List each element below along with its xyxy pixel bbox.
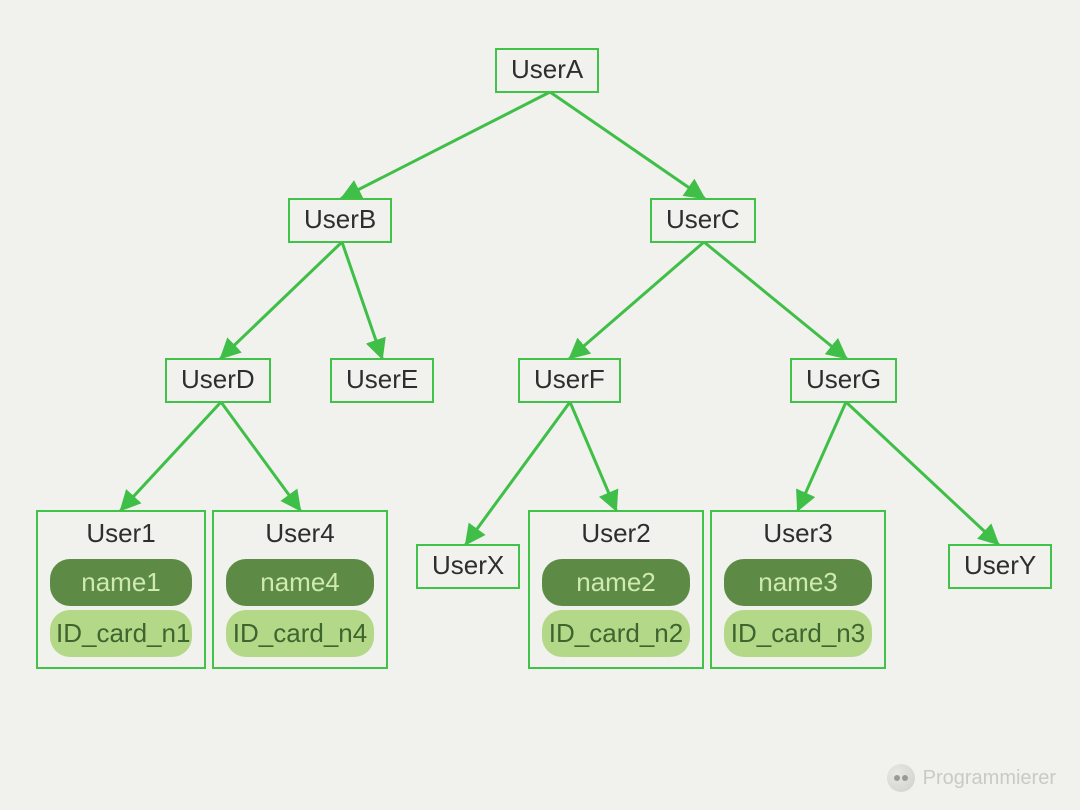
card-title: User4 bbox=[222, 518, 378, 549]
card-idcard-pill: ID_card_n3 bbox=[724, 610, 872, 657]
watermark: Programmierer bbox=[887, 764, 1056, 792]
node-label: UserF bbox=[534, 364, 605, 394]
node-user-f: UserF bbox=[518, 358, 621, 403]
card-title: User1 bbox=[46, 518, 196, 549]
node-label: UserB bbox=[304, 204, 376, 234]
wechat-icon bbox=[887, 764, 915, 792]
edge-arrow bbox=[570, 242, 704, 358]
edge-arrow bbox=[121, 402, 221, 510]
card-idcard-pill: ID_card_n4 bbox=[226, 610, 374, 657]
node-user-c: UserC bbox=[650, 198, 756, 243]
node-user-g: UserG bbox=[790, 358, 897, 403]
card-title: User3 bbox=[720, 518, 876, 549]
edge-arrow bbox=[342, 92, 550, 198]
node-label: UserY bbox=[964, 550, 1036, 580]
edge-layer bbox=[0, 0, 1080, 810]
node-label: UserG bbox=[806, 364, 881, 394]
node-label: UserX bbox=[432, 550, 504, 580]
card-name-pill: name1 bbox=[50, 559, 192, 606]
node-label: UserA bbox=[511, 54, 583, 84]
edge-arrow bbox=[342, 242, 382, 358]
edge-arrow bbox=[798, 402, 846, 510]
edge-arrow bbox=[570, 402, 616, 510]
node-user-d: UserD bbox=[165, 358, 271, 403]
edge-arrow bbox=[221, 242, 342, 358]
node-user-x: UserX bbox=[416, 544, 520, 589]
edge-arrow bbox=[704, 242, 846, 358]
watermark-label: Programmierer bbox=[923, 767, 1056, 790]
card-user-2: User2 name2 ID_card_n2 bbox=[528, 510, 704, 669]
edge-arrow bbox=[221, 402, 300, 510]
card-name-pill: name2 bbox=[542, 559, 690, 606]
node-label: UserD bbox=[181, 364, 255, 394]
card-name-pill: name3 bbox=[724, 559, 872, 606]
card-idcard-pill: ID_card_n1 bbox=[50, 610, 192, 657]
node-label: UserE bbox=[346, 364, 418, 394]
edge-arrow bbox=[550, 92, 704, 198]
card-title: User2 bbox=[538, 518, 694, 549]
card-user-1: User1 name1 ID_card_n1 bbox=[36, 510, 206, 669]
node-user-b: UserB bbox=[288, 198, 392, 243]
node-user-e: UserE bbox=[330, 358, 434, 403]
node-label: UserC bbox=[666, 204, 740, 234]
card-user-4: User4 name4 ID_card_n4 bbox=[212, 510, 388, 669]
card-idcard-pill: ID_card_n2 bbox=[542, 610, 690, 657]
node-user-y: UserY bbox=[948, 544, 1052, 589]
node-user-a: UserA bbox=[495, 48, 599, 93]
card-user-3: User3 name3 ID_card_n3 bbox=[710, 510, 886, 669]
card-name-pill: name4 bbox=[226, 559, 374, 606]
